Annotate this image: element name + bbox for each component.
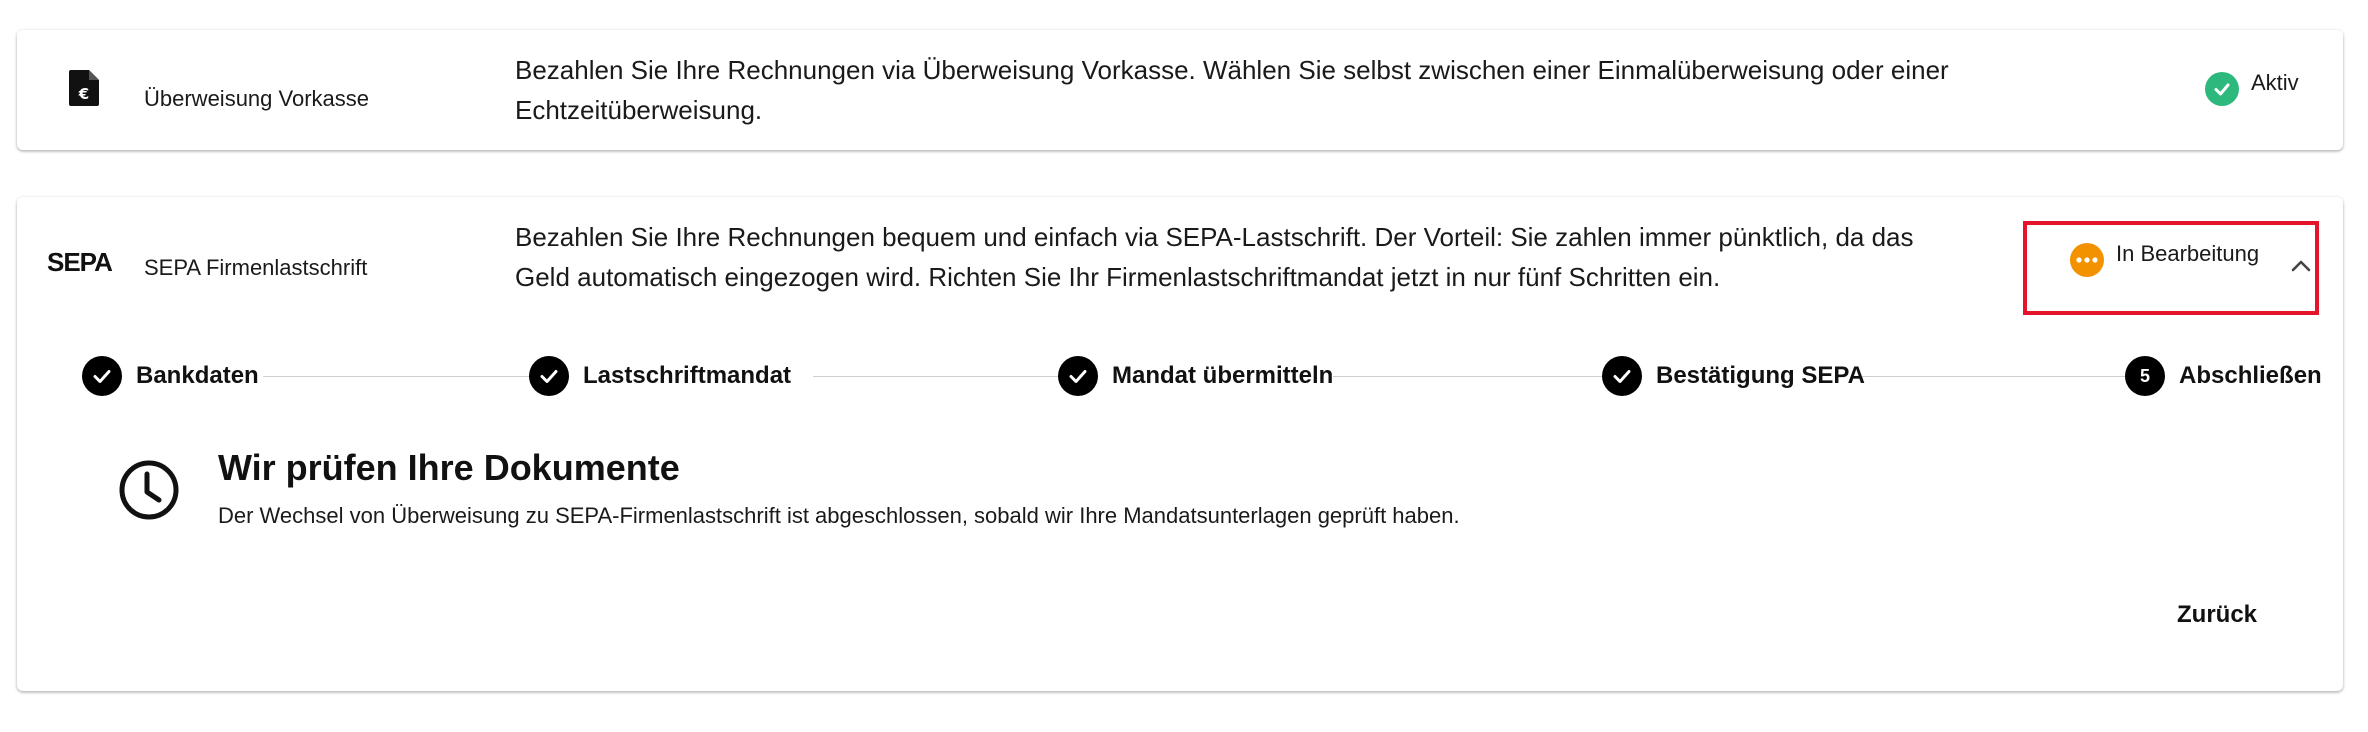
chevron-up-icon[interactable] [2287, 252, 2315, 280]
check-icon [1602, 356, 1642, 396]
step-number: 5 [2125, 356, 2165, 396]
back-button[interactable]: Zurück [2177, 601, 2257, 629]
step-connector [1333, 376, 1609, 377]
step-bestaetigung-sepa: Bestätigung SEPA [1602, 353, 1865, 399]
svg-text:€: € [78, 85, 89, 103]
step-label: Lastschriftmandat [583, 362, 792, 389]
info-text: Der Wechsel von Überweisung zu SEPA-Firm… [218, 503, 1460, 528]
payment-method-card-sepa: SEPA SEPA Firmenlastschrift Bezahlen Sie… [17, 197, 2343, 691]
payment-method-card-vorkasse: € Überweisung Vorkasse Bezahlen Sie Ihre… [17, 30, 2343, 150]
step-lastschriftmandat: Lastschriftmandat [529, 353, 791, 399]
step-connector [263, 376, 553, 377]
step-connector [1857, 376, 2139, 377]
step-label: Bestätigung SEPA [1656, 362, 1865, 389]
step-bankdaten: Bankdaten [82, 353, 259, 399]
status-badge: In Bearbeitung [2070, 241, 2260, 277]
status-badge: Aktiv [2205, 70, 2299, 106]
status-label: In Bearbeitung [2116, 241, 2260, 266]
step-abschliessen: 5 Abschließen [2125, 353, 2322, 399]
check-icon [1058, 356, 1098, 396]
method-name: Überweisung Vorkasse [144, 86, 370, 111]
step-label: Abschließen [2179, 362, 2322, 389]
check-icon [82, 356, 122, 396]
info-title: Wir prüfen Ihre Dokumente [218, 447, 680, 488]
invoice-euro-icon: € [69, 70, 99, 106]
method-description: Bezahlen Sie Ihre Rechnungen via Überwei… [515, 55, 1949, 125]
step-connector [813, 376, 1083, 377]
check-circle-icon [2205, 72, 2239, 106]
pending-dots-icon [2070, 243, 2104, 277]
clock-icon [119, 460, 179, 520]
step-label: Mandat übermitteln [1112, 362, 1334, 389]
method-description: Bezahlen Sie Ihre Rechnungen bequem und … [515, 222, 1914, 292]
stepper: Bankdaten Lastschriftmandat Mandat überm… [61, 353, 2322, 399]
sepa-logo: SEPA [47, 249, 114, 277]
svg-text:SEPA: SEPA [47, 249, 113, 277]
status-label: Aktiv [2251, 70, 2299, 95]
step-mandat-uebermitteln: Mandat übermitteln [1058, 353, 1333, 399]
method-name: SEPA Firmenlastschrift [144, 255, 368, 280]
check-icon [529, 356, 569, 396]
step-label: Bankdaten [136, 362, 259, 389]
